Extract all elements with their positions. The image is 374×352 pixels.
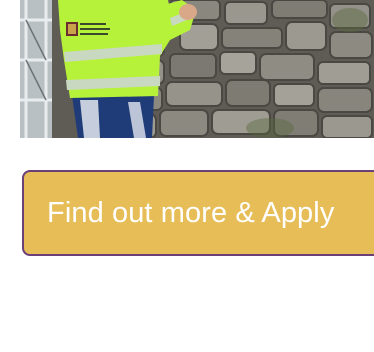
hero-image bbox=[20, 0, 374, 138]
cta-label: Find out more & Apply bbox=[47, 196, 335, 229]
page: Find out more & Apply bbox=[0, 0, 374, 352]
jacket-logo bbox=[66, 22, 110, 36]
find-out-more-apply-button[interactable]: Find out more & Apply bbox=[22, 170, 374, 256]
stone-wall-photo bbox=[20, 0, 374, 138]
